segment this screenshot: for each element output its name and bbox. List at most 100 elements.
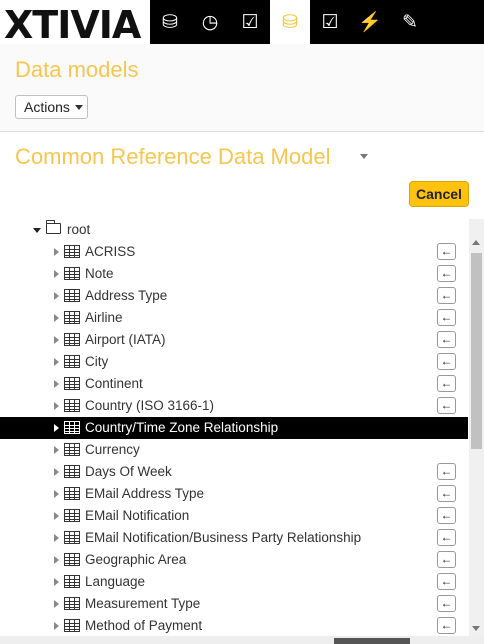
arrow-left-icon[interactable]: ← xyxy=(437,617,456,634)
scrollbar-thumb[interactable] xyxy=(471,253,482,449)
clock-icon[interactable]: ◷ xyxy=(190,0,230,44)
table-icon xyxy=(64,443,80,456)
expand-right-icon[interactable] xyxy=(54,270,59,278)
checkbox-icon[interactable]: ☑ xyxy=(230,0,270,44)
tree-item[interactable]: EMail Notification/Business Party Relati… xyxy=(0,527,468,549)
tree-item[interactable]: Measurement Type ← xyxy=(0,593,468,615)
arrow-left-icon[interactable]: ← xyxy=(437,353,456,370)
expand-right-icon[interactable] xyxy=(54,534,59,542)
expand-right-icon[interactable] xyxy=(54,446,59,454)
expand-right-icon[interactable] xyxy=(54,314,59,322)
top-bar: XTIVIA ⛁ ◷ ☑ ⛁ ☑ ⚡ ✎ xyxy=(0,0,484,44)
table-icon xyxy=(64,575,80,588)
tree-item-label: Note xyxy=(85,266,114,281)
tree-item[interactable]: Country/Time Zone Relationship xyxy=(0,417,468,439)
tree-item-label: Geographic Area xyxy=(85,552,187,567)
tree-item[interactable]: Method of Payment ← xyxy=(0,615,468,637)
tree-item-label: Continent xyxy=(85,376,143,391)
expand-right-icon[interactable] xyxy=(54,622,59,630)
expand-right-icon[interactable] xyxy=(54,512,59,520)
table-icon xyxy=(64,465,80,478)
database-edit-icon[interactable]: ⛁ xyxy=(270,0,310,44)
arrow-left-icon[interactable]: ← xyxy=(437,287,456,304)
table-icon xyxy=(64,531,80,544)
expand-right-icon[interactable] xyxy=(54,358,59,366)
database-icon[interactable]: ⛁ xyxy=(150,0,190,44)
arrow-left-icon[interactable]: ← xyxy=(437,507,456,524)
tree-item-label: Currency xyxy=(85,442,140,457)
table-icon xyxy=(64,553,80,566)
tree-item[interactable]: Airport (IATA) ← xyxy=(0,329,468,351)
tree-item[interactable]: Airline ← xyxy=(0,307,468,329)
expand-right-icon[interactable] xyxy=(54,380,59,388)
arrow-left-icon[interactable]: ← xyxy=(437,243,456,260)
arrow-left-icon[interactable]: ← xyxy=(437,265,456,282)
expand-right-icon[interactable] xyxy=(54,424,59,432)
tree-item[interactable]: Language ← xyxy=(0,571,468,593)
scroll-up-icon[interactable] xyxy=(472,240,480,245)
arrow-left-icon[interactable]: ← xyxy=(437,573,456,590)
arrow-left-icon[interactable]: ← xyxy=(437,463,456,480)
table-icon xyxy=(64,399,80,412)
expand-right-icon[interactable] xyxy=(54,248,59,256)
expand-right-icon[interactable] xyxy=(54,556,59,564)
table-icon xyxy=(64,377,80,390)
xtivia-logo[interactable]: XTIVIA xyxy=(4,6,141,44)
tree-item[interactable]: EMail Address Type ← xyxy=(0,483,468,505)
model-caret-down-icon[interactable] xyxy=(360,154,368,159)
folder-icon xyxy=(46,220,61,234)
table-icon xyxy=(64,509,80,522)
expand-down-icon[interactable] xyxy=(33,228,41,233)
tree-item[interactable]: Country (ISO 3166-1) ← xyxy=(0,395,468,417)
tree-item-label: Airport (IATA) xyxy=(85,332,166,347)
arrow-left-icon[interactable]: ← xyxy=(437,485,456,502)
tree-item[interactable]: Continent ← xyxy=(0,373,468,395)
tree-item[interactable]: Note ← xyxy=(0,263,468,285)
tree-item-label: EMail Address Type xyxy=(85,486,205,501)
expand-right-icon[interactable] xyxy=(54,600,59,608)
expand-right-icon[interactable] xyxy=(54,336,59,344)
tree-item[interactable]: City ← xyxy=(0,351,468,373)
tree-item[interactable]: EMail Notification ← xyxy=(0,505,468,527)
tree-item-label: Country (ISO 3166-1) xyxy=(85,398,215,413)
expand-right-icon[interactable] xyxy=(54,490,59,498)
checklist-edit-icon[interactable]: ☑ xyxy=(310,0,350,44)
tree-item-label: ACRISS xyxy=(85,244,136,259)
tree-item[interactable]: Address Type ← xyxy=(0,285,468,307)
arrow-left-icon[interactable]: ← xyxy=(437,375,456,392)
scroll-down-icon[interactable] xyxy=(472,626,480,631)
arrow-left-icon[interactable]: ← xyxy=(437,309,456,326)
tree-item[interactable]: ACRISS ← xyxy=(0,241,468,263)
caret-down-icon xyxy=(74,104,83,110)
arrow-left-icon[interactable]: ← xyxy=(437,551,456,568)
tree-item-label: Country/Time Zone Relationship xyxy=(85,420,279,435)
table-icon xyxy=(64,487,80,500)
expand-right-icon[interactable] xyxy=(54,578,59,586)
tree-item-label: City xyxy=(85,354,109,369)
arrow-left-icon[interactable]: ← xyxy=(437,529,456,546)
nav-strip: ⛁ ◷ ☑ ⛁ ☑ ⚡ ✎ xyxy=(150,0,484,44)
plug-icon[interactable]: ⚡ xyxy=(350,0,390,44)
expand-right-icon[interactable] xyxy=(54,468,59,476)
expand-right-icon[interactable] xyxy=(54,402,59,410)
tree-item-label: EMail Notification/Business Party Relati… xyxy=(85,530,362,545)
expand-right-icon[interactable] xyxy=(54,292,59,300)
table-icon xyxy=(64,245,80,258)
arrow-left-icon[interactable]: ← xyxy=(437,331,456,348)
tree-item-label: Days Of Week xyxy=(85,464,172,479)
table-icon xyxy=(64,421,80,434)
tree-item[interactable]: Geographic Area ← xyxy=(0,549,468,571)
tree-item[interactable]: Currency xyxy=(0,439,468,461)
tree-item[interactable]: Days Of Week ← xyxy=(0,461,468,483)
tree-item-label: EMail Notification xyxy=(85,508,190,523)
actions-dropdown-button[interactable]: Actions xyxy=(15,95,88,119)
arrow-left-icon[interactable]: ← xyxy=(437,397,456,414)
tree-root[interactable]: root xyxy=(0,219,468,241)
wrench-icon[interactable]: ✎ xyxy=(390,0,430,44)
table-icon xyxy=(64,333,80,346)
cancel-button[interactable]: Cancel xyxy=(409,181,469,207)
arrow-left-icon[interactable]: ← xyxy=(437,595,456,612)
bottom-bar xyxy=(0,636,484,644)
actions-label: Actions xyxy=(24,99,70,115)
table-icon xyxy=(64,619,80,632)
